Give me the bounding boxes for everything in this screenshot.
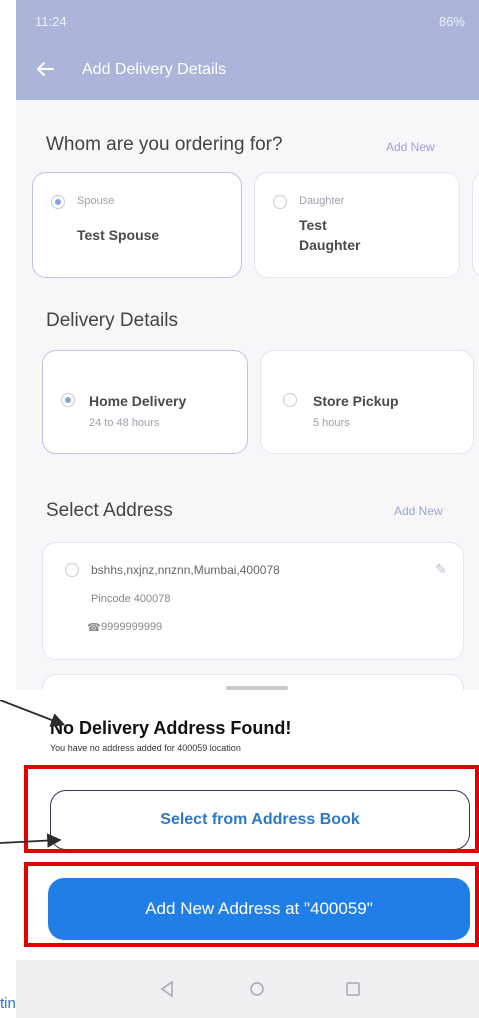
home-circle-icon[interactable] <box>246 978 268 1000</box>
add-new-address-link[interactable]: Add New <box>394 504 443 518</box>
page-title: Add Delivery Details <box>82 61 227 78</box>
delivery-option-time: 24 to 48 hours <box>89 417 160 429</box>
address-pincode: Pincode 400078 <box>91 593 171 605</box>
address-card[interactable]: bshhs,nxjnz,nnznn,Mumbai,400078 Pincode … <box>42 542 464 660</box>
status-indicators: 86% <box>438 14 465 29</box>
radio-button[interactable] <box>273 195 287 209</box>
status-bar: 11:24 86% <box>16 0 479 40</box>
edit-icon[interactable]: ✎ <box>435 561 451 577</box>
delivery-option-home[interactable]: Home Delivery 24 to 48 hours <box>42 350 248 454</box>
radio-button[interactable] <box>61 393 75 407</box>
person-card-spouse[interactable]: Spouse Test Spouse <box>32 172 242 278</box>
android-nav-bar <box>16 960 479 1018</box>
person-relation: Spouse <box>77 195 115 207</box>
app-bar: Add Delivery Details <box>16 40 479 100</box>
add-new-person-link[interactable]: Add New <box>386 140 435 154</box>
delivery-option-store[interactable]: Store Pickup 5 hours <box>260 350 474 454</box>
radio-button[interactable] <box>51 195 65 209</box>
person-name: Test Daughter <box>299 217 361 253</box>
person-name: Test Spouse <box>77 227 160 243</box>
address-phone: 9999999999 <box>101 621 163 633</box>
highlight-box-select-address-book <box>24 765 479 853</box>
delivery-option-time: 5 hours <box>313 417 350 429</box>
recents-square-icon[interactable] <box>342 978 364 1000</box>
person-card-daughter[interactable]: Daughter Test Daughter <box>254 172 460 278</box>
no-address-subtitle: You have no address added for 400059 loc… <box>50 743 241 753</box>
highlight-box-add-new-address <box>24 862 479 947</box>
person-relation: Daughter <box>299 195 345 207</box>
address-line: bshhs,nxjnz,nnznn,Mumbai,400078 <box>91 563 280 577</box>
status-time: 11:24 <box>35 14 67 29</box>
select-address-heading: Select Address <box>46 500 173 521</box>
cropped-link-text: tin <box>0 995 16 1012</box>
no-address-title: No Delivery Address Found! <box>50 718 292 738</box>
delivery-details-heading: Delivery Details <box>46 310 178 331</box>
arrow-left-icon[interactable] <box>34 58 56 80</box>
phone-icon: ☎ <box>87 622 101 634</box>
radio-button[interactable] <box>283 393 297 407</box>
radio-button[interactable] <box>65 563 79 577</box>
back-triangle-icon[interactable] <box>156 978 178 1000</box>
ordering-for-heading: Whom are you ordering for? <box>46 134 283 155</box>
delivery-option-label: Store Pickup <box>313 393 399 409</box>
annotation-arrows <box>0 700 66 848</box>
delivery-form: Whom are you ordering for? Add New Spous… <box>16 100 479 714</box>
person-card-partial[interactable] <box>472 172 479 278</box>
delivery-option-label: Home Delivery <box>89 393 187 409</box>
